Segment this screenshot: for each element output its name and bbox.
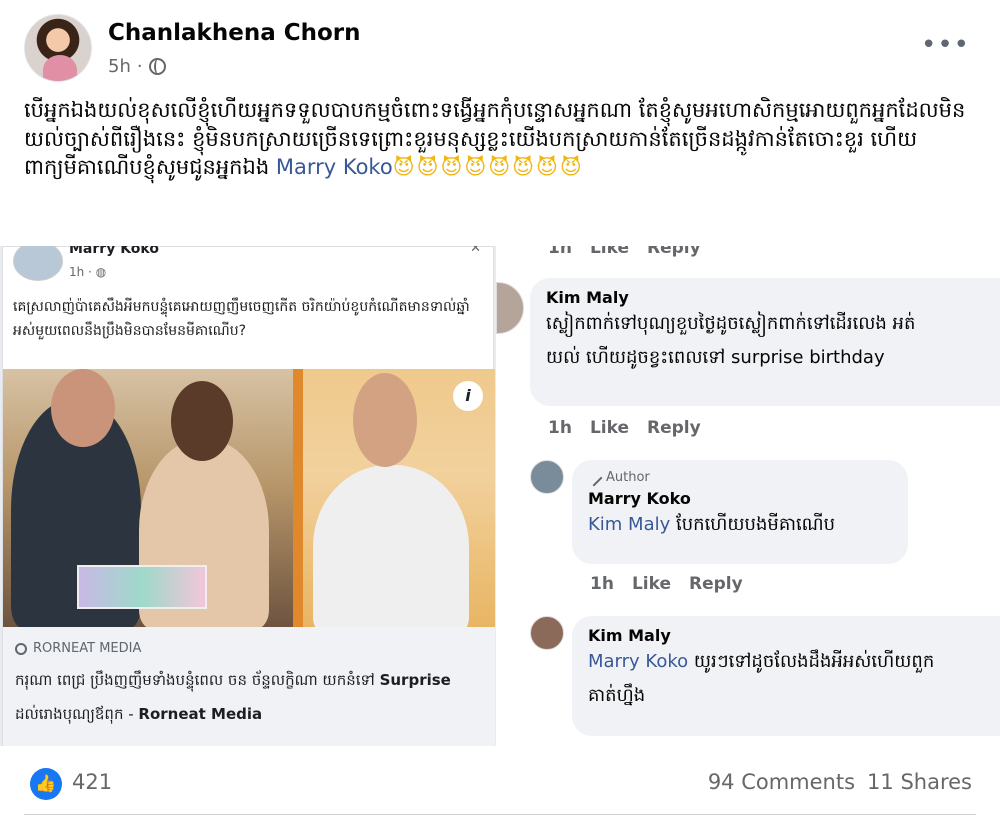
person-head: [353, 373, 417, 467]
globe-icon: [148, 58, 166, 75]
shares-count[interactable]: 11 Shares: [867, 770, 972, 794]
comment-text: ស្លៀកពាក់ទៅបុណ្យខួបថ្ងៃដូចស្លៀកពាក់ទៅដើរ…: [546, 313, 916, 334]
shared-photo: i: [3, 369, 495, 627]
comments-count[interactable]: 94 Comments: [708, 770, 855, 794]
shared-author-name: Marry Koko: [69, 246, 159, 257]
link-source-label: RORNEAT MEDIA: [33, 641, 142, 656]
commenter-name: Kim Maly: [546, 288, 629, 307]
post-mention[interactable]: Marry Koko: [276, 155, 393, 179]
shared-post-time: 1h ·: [69, 265, 96, 279]
post-header: Chanlakhena Chorn 5h · •••: [24, 14, 974, 84]
commenter-avatar: [530, 616, 564, 650]
shared-post-card: Marry Koko 1h · ◍ ✕ គេស្រលាញ់ប៉ាគេសឹងអីម…: [2, 246, 495, 746]
like-icon[interactable]: 👍: [30, 768, 62, 800]
person-head: [171, 381, 233, 461]
comment-bubble: Kim Maly ស្លៀកពាក់ទៅបុណ្យខួបថ្ងៃដូចស្លៀក…: [530, 278, 1000, 406]
emoji-row: 😈😈😈😈😈😈😈😈: [392, 155, 584, 179]
author-avatar[interactable]: [24, 14, 92, 82]
post-text: បើអ្នកឯងយល់ខុសលើខ្ញុំហើយអ្នកទទួលបាបកម្មច…: [24, 96, 974, 182]
gift-box: [77, 565, 207, 609]
comment-actions: 1h Like Reply: [548, 246, 701, 258]
comment-text: គាត់ហ្នឹង: [588, 685, 646, 706]
link-title: ករុណា ពេជ្រ ប្រឹងញញឹមទាំងបន្ទុំពេល ចន ច័…: [15, 671, 451, 723]
post-photo[interactable]: Marry Koko 1h · ◍ ✕ គេស្រលាញ់ប៉ាគេសឹងអីម…: [0, 246, 1000, 746]
shared-post-text: គេស្រលាញ់ប៉ាគេសឹងអីមកបន្ទុំគេអោយញញឹមចេញក…: [13, 299, 470, 339]
comment-bubble: Kim Maly Marry Koko យូរៗទៅដូចលែងដឹងអីអស់…: [572, 616, 1000, 736]
shared-author-avatar: [13, 246, 63, 281]
post-time[interactable]: 5h: [108, 56, 131, 77]
comment-actions: 1h Like Reply: [590, 574, 743, 594]
commenter-name: Kim Maly: [588, 626, 671, 645]
reactions-bar: 👍 421 94 Comments 11 Shares: [0, 746, 1000, 820]
comment-bubble: Author Marry Koko Kim Maly បែកហើយបងមីគាណ…: [572, 460, 908, 564]
post-meta: 5h ·: [108, 56, 166, 77]
divider: [24, 814, 976, 815]
shared-post-meta: 1h · ◍: [69, 265, 106, 279]
author-badge: Author: [585, 469, 892, 486]
link-preview: RORNEAT MEDIA ករុណា ពេជ្រ ប្រឹងញញឹមទាំងប…: [3, 627, 495, 746]
commenter-avatar: [530, 460, 564, 494]
pen-icon: [585, 469, 603, 486]
engagement-counts: 94 Comments 11 Shares: [708, 770, 972, 794]
comment-actions: 1h Like Reply: [548, 418, 701, 438]
link-source: RORNEAT MEDIA: [15, 641, 141, 656]
commenter-name: Marry Koko: [588, 489, 691, 508]
comments-screenshot: 1h Like Reply Kim Maly ស្លៀកពាក់ទៅបុណ្យខួប…: [496, 246, 1000, 746]
close-icon: ✕: [470, 246, 481, 256]
like-count[interactable]: 421: [72, 770, 112, 794]
globe-icon: [15, 642, 27, 655]
author-name[interactable]: Chanlakhena Chorn: [108, 20, 361, 46]
commenter-avatar: [496, 282, 524, 334]
person-figure: [313, 465, 469, 627]
person-head: [51, 369, 115, 447]
comment-text: យល់ ហើយដូចខ្វះពេលទៅ surprise birthday: [546, 347, 885, 368]
info-icon: i: [453, 381, 483, 411]
comment-text: Marry Koko យូរៗទៅដូចលែងដឹងអីអស់ហើយពួក: [588, 651, 935, 672]
more-options-icon[interactable]: •••: [921, 30, 970, 60]
comment-text: Kim Maly បែកហើយបងមីគាណើប: [588, 514, 836, 535]
globe-icon: ◍: [95, 265, 107, 279]
